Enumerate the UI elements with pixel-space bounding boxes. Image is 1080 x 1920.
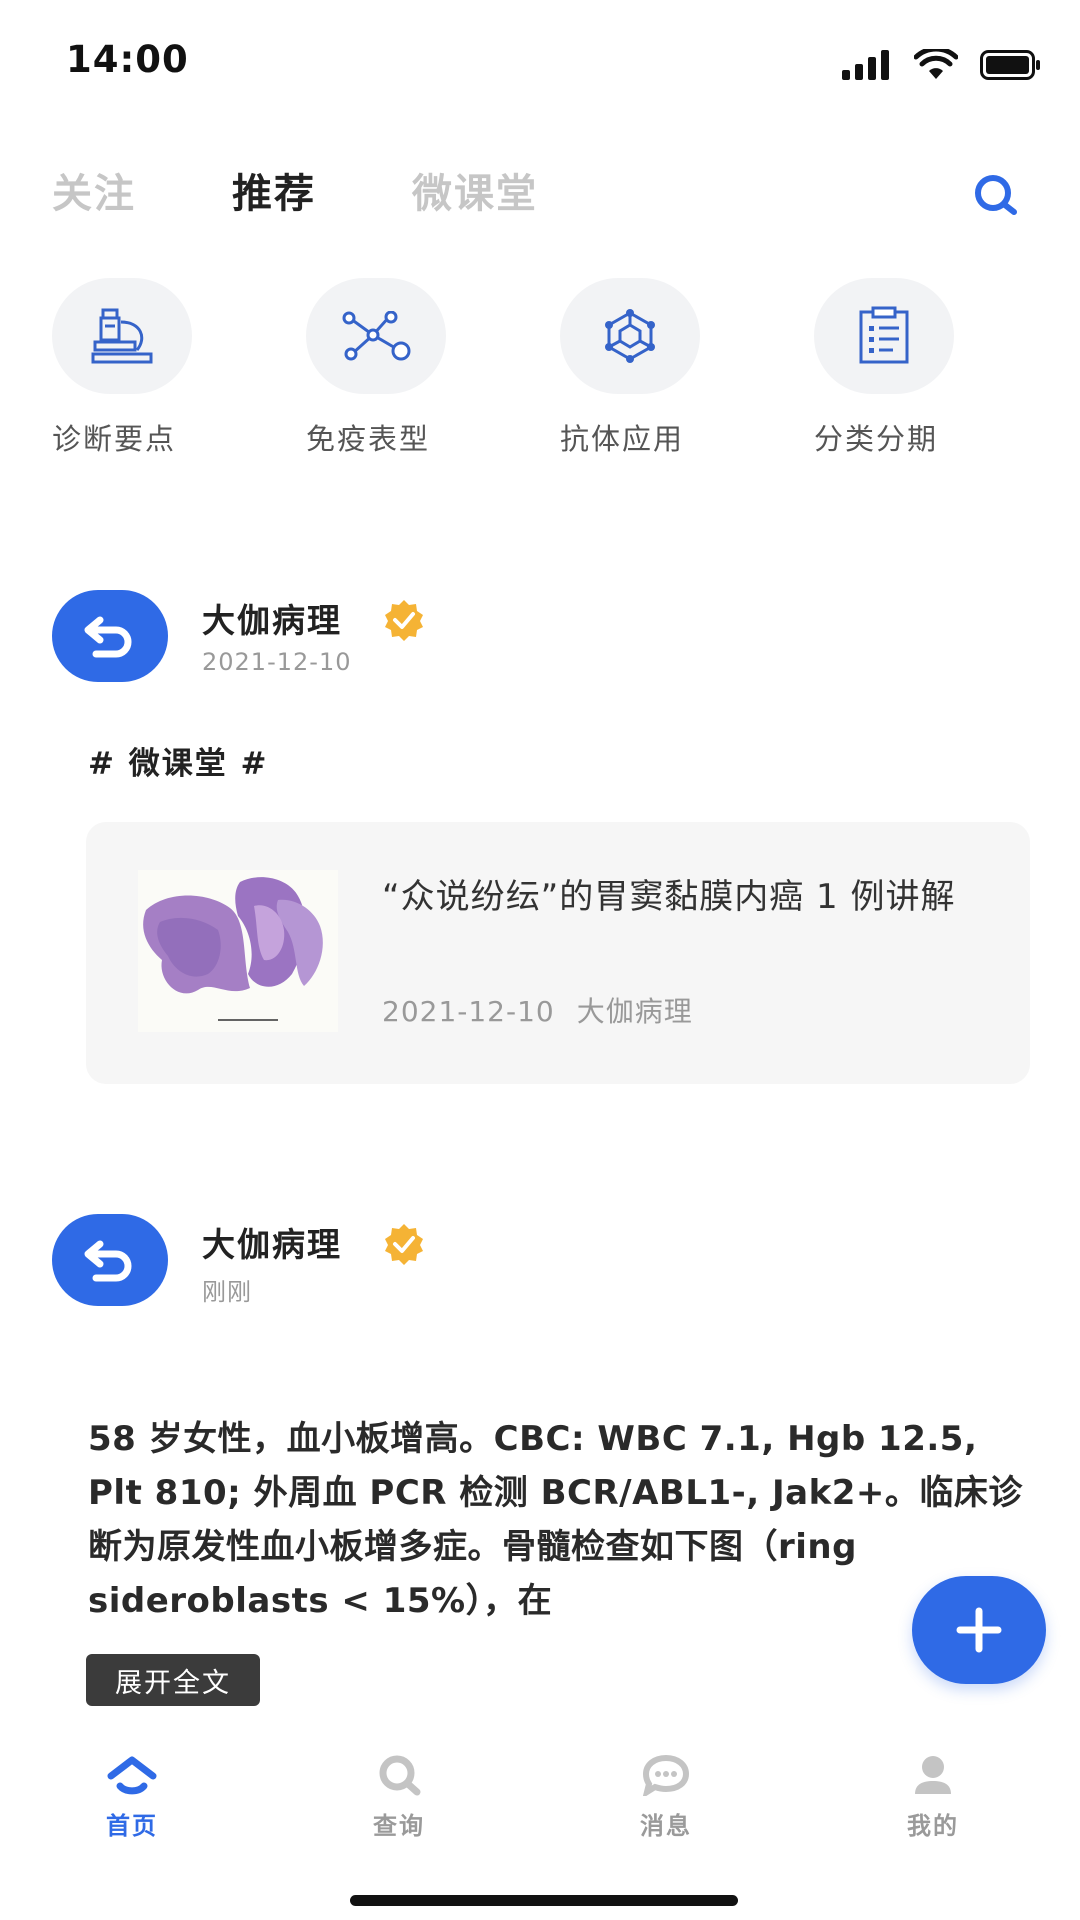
nav-search[interactable]: 查询: [329, 1748, 469, 1841]
post-header: 大伽病理 刚刚: [52, 1214, 1032, 1314]
post-date: 刚刚: [202, 1278, 252, 1306]
message-icon: [643, 1754, 689, 1796]
verified-badge-icon: [385, 600, 423, 641]
avatar[interactable]: [52, 590, 168, 682]
nav-label: 查询: [373, 1812, 425, 1840]
wifi-icon: [914, 49, 958, 79]
nav-messages[interactable]: 消息: [596, 1748, 736, 1841]
category-icon-bg: [560, 278, 700, 394]
post-date: 2021-12-10: [202, 648, 352, 676]
create-post-button[interactable]: [912, 1576, 1046, 1684]
course-thumbnail: [138, 870, 338, 1032]
logo-return-arrow-icon: [84, 1240, 132, 1282]
tab-micro-class[interactable]: 微课堂: [412, 161, 538, 219]
category-label: 抗体应用: [560, 422, 685, 456]
top-tabs: 关注 推荐 微课堂: [52, 160, 634, 220]
bottom-nav: 首页 查询 消息 我的: [0, 1740, 1080, 1860]
category-diagnosis-points[interactable]: 诊断要点: [52, 278, 272, 458]
expand-full-text-button[interactable]: 展开全文: [86, 1654, 260, 1706]
category-immunophenotype[interactable]: 免疫表型: [306, 278, 526, 458]
status-icons: [842, 48, 1042, 82]
category-antibody-application[interactable]: 抗体应用: [560, 278, 780, 458]
course-meta: 2021-12-10 大伽病理: [382, 990, 693, 1030]
profile-icon: [915, 1756, 951, 1794]
course-date: 2021-12-10: [382, 995, 555, 1028]
nav-label: 消息: [640, 1812, 692, 1840]
post-header: 大伽病理 2021-12-10: [52, 590, 1032, 690]
nav-label: 首页: [106, 1812, 158, 1840]
category-icon-bg: [814, 278, 954, 394]
tab-recommend[interactable]: 推荐: [232, 161, 316, 219]
topic-tag[interactable]: # 微课堂 #: [88, 738, 269, 783]
logo-return-arrow-icon: [84, 616, 132, 658]
home-icon: [107, 1756, 157, 1795]
cellular-signal-icon: [842, 50, 889, 80]
verified-badge-icon: [385, 1224, 423, 1265]
category-label: 免疫表型: [306, 422, 431, 456]
search-icon[interactable]: [972, 172, 1018, 218]
post-body-text[interactable]: 58 岁女性，血小板增高。CBC: WBC 7.1, Hgb 12.5, Plt…: [88, 1412, 1028, 1628]
course-title[interactable]: “众说纷纭”的胃窦黏膜内癌 1 例讲解: [382, 870, 962, 924]
plus-icon: [956, 1607, 1002, 1653]
category-label: 诊断要点: [52, 422, 177, 456]
nav-profile[interactable]: 我的: [863, 1748, 1003, 1841]
search-icon: [379, 1755, 421, 1796]
status-time: 14:00: [66, 38, 189, 81]
author-name[interactable]: 大伽病理: [202, 1218, 342, 1266]
microscope-icon: [91, 308, 153, 364]
course-source: 大伽病理: [576, 995, 693, 1028]
nav-label: 我的: [907, 1812, 959, 1840]
status-bar: 14:00: [0, 0, 1080, 130]
course-card[interactable]: “众说纷纭”的胃窦黏膜内癌 1 例讲解 2021-12-10 大伽病理: [86, 822, 1030, 1084]
category-label: 分类分期: [814, 422, 939, 456]
molecule-icon: [605, 309, 655, 363]
nav-home[interactable]: 首页: [62, 1748, 202, 1841]
avatar[interactable]: [52, 1214, 168, 1306]
network-nodes-icon: [342, 311, 411, 361]
home-indicator[interactable]: [350, 1895, 738, 1906]
category-icon-bg: [306, 278, 446, 394]
battery-icon: [980, 50, 1040, 80]
histology-image: [138, 870, 338, 1032]
clipboard-list-icon: [859, 306, 909, 364]
category-icon-bg: [52, 278, 192, 394]
category-grid: 诊断要点 免疫表型 抗体应用 分类分期: [0, 278, 1080, 458]
tab-follow[interactable]: 关注: [52, 161, 136, 219]
author-name[interactable]: 大伽病理: [202, 594, 342, 642]
category-classification-staging[interactable]: 分类分期: [814, 278, 1034, 458]
